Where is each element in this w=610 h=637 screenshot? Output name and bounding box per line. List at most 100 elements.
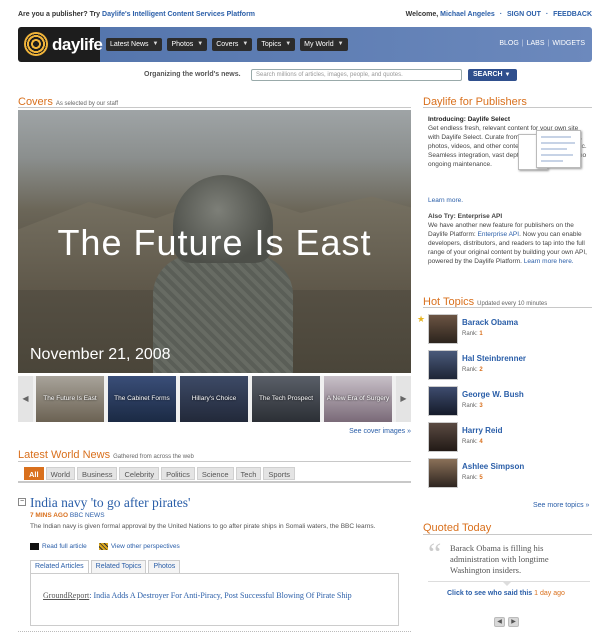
search-button[interactable]: SEARCH ▼ — [468, 69, 517, 81]
who-said-link[interactable]: Click to see who said this — [447, 590, 532, 597]
topic-item[interactable]: Ashlee Simpson Rank: 5 — [417, 458, 593, 490]
learn-more-here-link[interactable]: Learn more here. — [524, 258, 574, 265]
chevron-down-icon: ▼ — [504, 72, 511, 78]
daylife-logo[interactable]: daylife — [22, 31, 103, 58]
topic-name[interactable]: George W. Bush — [462, 390, 524, 399]
promo-title: Introducing: Daylife Select — [428, 116, 510, 123]
topic-item[interactable]: George W. Bush Rank: 3 — [417, 386, 593, 418]
nav-my-world[interactable]: My World ▼ — [300, 38, 348, 51]
related-article[interactable]: GroundReport: India Adds A Destroyer For… — [43, 591, 388, 601]
search-input[interactable]: Search millions of articles, images, peo… — [251, 69, 462, 81]
nav-photos[interactable]: Photos ▼ — [167, 38, 208, 51]
publisher-prompt: Are you a publisher? Try Daylife's Intel… — [18, 11, 255, 18]
blog-link[interactable]: BLOG — [499, 40, 518, 47]
top-strip: Are you a publisher? Try Daylife's Intel… — [18, 11, 592, 23]
bbc-icon — [30, 543, 39, 550]
site-header: daylife Latest News ▼ Photos ▼ Covers ▼ Top… — [18, 27, 592, 62]
topic-item[interactable]: Harry Reid Rank: 4 — [417, 422, 593, 454]
thumb-label: The Cabinet Forms — [114, 395, 170, 402]
tab-related-topics[interactable]: Related Topics — [90, 560, 147, 573]
topic-name[interactable]: Harry Reid — [462, 426, 502, 435]
previous-quote-button[interactable]: ◀ — [494, 617, 505, 627]
nav-latest-news[interactable]: Latest News ▼ — [106, 38, 163, 51]
soldier-body — [153, 255, 293, 373]
quoted-today-heading-text: Quoted Today — [423, 522, 492, 534]
read-full-article-link[interactable]: Read full article — [42, 543, 87, 550]
thumb-label: The Future Is East — [43, 395, 97, 402]
chevron-down-icon: ▼ — [242, 41, 249, 47]
thumb-label: Hillary's Choice — [191, 395, 237, 402]
avatar[interactable] — [428, 386, 458, 416]
labs-link[interactable]: LABS — [527, 40, 545, 47]
cover-thumb[interactable]: The Future Is East — [36, 376, 104, 422]
enterprise-api-link[interactable]: Enterprise API — [478, 231, 520, 238]
collapse-toggle[interactable]: − — [18, 498, 26, 506]
topic-name[interactable]: Hal Steinbrenner — [462, 354, 526, 363]
story-title-link[interactable]: India navy 'to go after pirates' — [30, 495, 190, 511]
sign-out-link[interactable]: SIGN OUT — [507, 11, 541, 18]
topic-name[interactable]: Barack Obama — [462, 318, 518, 327]
cover-feature[interactable]: The Future Is East November 21, 2008 — [18, 110, 411, 373]
topic-item[interactable]: ★ Barack Obama Rank: 1 — [417, 314, 593, 346]
tab-photos[interactable]: Photos — [148, 560, 181, 573]
topic-name[interactable]: Ashlee Simpson — [462, 462, 524, 471]
filter-celebrity[interactable]: Celebrity — [119, 467, 160, 480]
separator: · — [499, 11, 503, 18]
filter-politics[interactable]: Politics — [161, 467, 195, 480]
perspectives-action[interactable]: View other perspectives — [98, 543, 180, 550]
avatar[interactable] — [428, 314, 458, 344]
cover-thumbnail-strip: ◀ The Future Is East The Cabinet Forms H… — [18, 376, 411, 422]
related-title[interactable]: India Adds A Destroyer For Anti-Piracy, … — [93, 591, 351, 600]
rank-value: 2 — [479, 367, 483, 373]
filter-sports[interactable]: Sports — [263, 467, 296, 480]
avatar[interactable] — [428, 422, 458, 452]
filter-business[interactable]: Business — [77, 467, 118, 480]
publisher-platform-link[interactable]: Daylife's Intelligent Content Services P… — [102, 11, 255, 18]
view-perspectives-link[interactable]: View other perspectives — [111, 543, 180, 550]
see-cover-images-link[interactable]: See cover images » — [349, 428, 411, 435]
avatar[interactable] — [428, 350, 458, 380]
nav-covers[interactable]: Covers ▼ — [212, 38, 253, 51]
thumb-label: A New Era of Surgery — [326, 395, 390, 402]
filter-tech[interactable]: Tech — [235, 467, 262, 480]
topic-rank: Rank: 2 — [462, 367, 483, 373]
perspectives-icon — [98, 543, 108, 550]
related-articles-panel: GroundReport: India Adds A Destroyer For… — [30, 573, 399, 626]
avatar[interactable] — [428, 458, 458, 488]
rank-label: Rank: — [462, 403, 478, 409]
learn-more-link[interactable]: Learn more. — [428, 197, 463, 204]
enterprise-api-promo: Also Try: Enterprise API We have another… — [428, 212, 591, 266]
chevron-right-icon[interactable]: ▶ — [396, 376, 411, 422]
quote-pager: ◀ ▶ — [494, 617, 519, 627]
who-said-this[interactable]: Click to see who said this 1 day ago — [447, 590, 565, 597]
cover-thumb[interactable]: A New Era of Surgery — [324, 376, 392, 422]
cover-thumb[interactable]: Hillary's Choice — [180, 376, 248, 422]
read-full-article-action[interactable]: Read full article — [30, 543, 87, 550]
see-more-topics-link[interactable]: See more topics » — [533, 502, 589, 509]
quote-text: Barack Obama is filling his administrati… — [450, 543, 549, 575]
quoted-today-heading: Quoted Today — [423, 522, 491, 534]
feedback-link[interactable]: FEEDBACK — [553, 11, 592, 18]
publisher-prompt-text: Are you a publisher? Try — [18, 11, 101, 18]
next-quote-button[interactable]: ▶ — [508, 617, 519, 627]
rank-label: Rank: — [462, 439, 478, 445]
filter-science[interactable]: Science — [196, 467, 234, 480]
promo-title: Also Try: Enterprise API — [428, 213, 503, 220]
filter-all[interactable]: All — [24, 467, 44, 480]
cover-thumb[interactable]: The Cabinet Forms — [108, 376, 176, 422]
widgets-link[interactable]: WIDGETS — [552, 40, 585, 47]
search-row: Organizing the world's news. Search mill… — [0, 69, 610, 83]
topic-item[interactable]: Hal Steinbrenner Rank: 2 — [417, 350, 593, 382]
chevron-left-icon[interactable]: ◀ — [18, 376, 33, 422]
divider — [18, 107, 411, 108]
filter-world[interactable]: World — [45, 467, 76, 480]
nav-topics[interactable]: Topics ▼ — [257, 38, 296, 51]
cover-thumb[interactable]: The Tech Prospect — [252, 376, 320, 422]
divider — [18, 461, 411, 462]
world-news-subheading: Gathered from across the web — [113, 454, 194, 460]
related-source[interactable]: GroundReport — [43, 591, 89, 600]
tab-related-articles[interactable]: Related Articles — [30, 560, 89, 573]
user-name-link[interactable]: Michael Angeles — [440, 11, 495, 18]
cover-title: The Future Is East — [57, 222, 372, 263]
story-source-link[interactable]: BBC NEWS — [70, 512, 105, 519]
